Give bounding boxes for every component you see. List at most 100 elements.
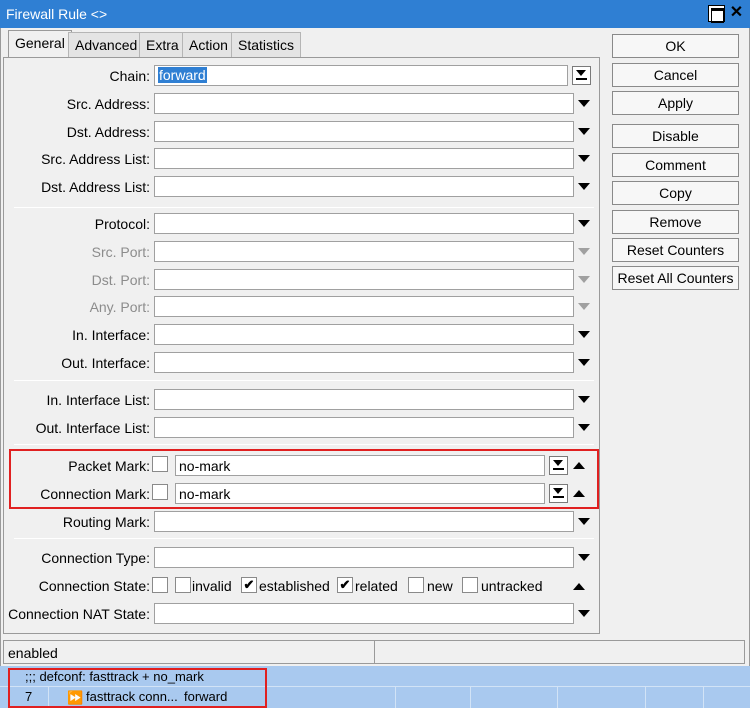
reset-counters-button[interactable]: Reset Counters [612,238,739,262]
tab-action[interactable]: Action [182,32,235,57]
reset-all-counters-button[interactable]: Reset All Counters [612,266,739,290]
packet-mark-label: Packet Mark: [68,458,150,474]
routing-mark-dropdown-icon[interactable] [578,518,590,525]
state-invalid-checkbox[interactable] [175,577,191,593]
connection-mark-remove-icon[interactable] [573,490,585,497]
separator [14,444,594,445]
rule-highlight-box [8,668,267,708]
src-address-list-label: Src. Address List: [41,151,150,167]
src-address-field[interactable] [154,93,574,114]
packet-mark-dropdown-button[interactable] [549,456,568,475]
state-established-checkbox[interactable]: ✔ [241,577,257,593]
separator [14,380,594,381]
packet-mark-remove-icon[interactable] [573,462,585,469]
disable-button[interactable]: Disable [612,124,739,148]
connection-nat-state-dropdown-icon[interactable] [578,610,590,617]
column-divider [395,687,396,708]
state-new-checkbox[interactable] [408,577,424,593]
connection-mark-dropdown-button[interactable] [549,484,568,503]
state-related-checkbox[interactable]: ✔ [337,577,353,593]
dst-port-field[interactable] [154,269,574,290]
status-bar: enabled [3,640,745,664]
any-port-label: Any. Port: [89,299,150,315]
column-divider [645,687,646,708]
any-port-field[interactable] [154,296,574,317]
window-title: Firewall Rule <> [6,6,108,22]
state-invalid-label: invalid [192,578,232,594]
protocol-dropdown-icon[interactable] [578,220,590,227]
state-untracked-label: untracked [481,578,543,594]
tab-extra[interactable]: Extra [139,32,186,57]
connection-mark-value: no-mark [179,486,231,502]
dst-address-field[interactable] [154,121,574,142]
dst-address-list-label: Dst. Address List: [41,179,150,195]
in-interface-dropdown-icon[interactable] [578,331,590,338]
cancel-button[interactable]: Cancel [612,63,739,87]
separator [14,538,594,539]
remove-button[interactable]: Remove [612,210,739,234]
out-interface-list-field[interactable] [154,417,574,438]
src-port-field[interactable] [154,241,574,262]
window-titlebar: Firewall Rule <> ✕ [0,0,750,28]
dst-port-dropdown-icon[interactable] [578,276,590,283]
status-state: enabled [8,645,58,661]
state-related-label: related [355,578,398,594]
column-divider [557,687,558,708]
dst-address-dropdown-icon[interactable] [578,128,590,135]
dst-address-list-dropdown-icon[interactable] [578,183,590,190]
src-address-list-field[interactable] [154,148,574,169]
packet-mark-negate-checkbox[interactable] [152,456,168,472]
chain-field[interactable]: forward [154,65,568,86]
tab-advanced[interactable]: Advanced [68,32,145,57]
packet-mark-value: no-mark [179,458,231,474]
connection-nat-state-label: Connection NAT State: [8,606,150,622]
src-address-list-dropdown-icon[interactable] [578,155,590,162]
protocol-label: Protocol: [94,216,150,232]
out-interface-list-dropdown-icon[interactable] [578,424,590,431]
tab-general[interactable]: General [8,30,72,57]
connection-state-remove-icon[interactable] [573,583,585,590]
chain-dropdown-button[interactable] [572,66,591,85]
routing-mark-field[interactable] [154,511,574,532]
column-divider [703,687,704,708]
connection-state-negate-checkbox[interactable] [152,577,168,593]
state-untracked-checkbox[interactable] [462,577,478,593]
dst-port-label: Dst. Port: [91,272,150,288]
any-port-dropdown-icon[interactable] [578,303,590,310]
in-interface-label: In. Interface: [72,327,150,343]
connection-type-field[interactable] [154,547,574,568]
in-interface-field[interactable] [154,324,574,345]
connection-mark-negate-checkbox[interactable] [152,484,168,500]
chain-label: Chain: [109,68,150,84]
src-address-dropdown-icon[interactable] [578,100,590,107]
connection-state-label: Connection State: [38,578,150,594]
src-port-dropdown-icon[interactable] [578,248,590,255]
in-interface-list-field[interactable] [154,389,574,410]
status-divider [374,641,375,663]
in-interface-list-dropdown-icon[interactable] [578,396,590,403]
connection-mark-field[interactable]: no-mark [175,483,545,504]
connection-type-dropdown-icon[interactable] [578,554,590,561]
chain-value: forward [158,67,207,83]
dst-address-list-field[interactable] [154,176,574,197]
close-icon[interactable]: ✕ [728,5,745,22]
column-divider [470,687,471,708]
dst-address-label: Dst. Address: [66,124,150,140]
out-interface-dropdown-icon[interactable] [578,359,590,366]
separator [14,207,594,208]
maximize-icon[interactable] [708,5,725,23]
in-interface-list-label: In. Interface List: [46,392,151,408]
apply-button[interactable]: Apply [612,91,739,115]
src-port-label: Src. Port: [91,244,150,260]
tab-statistics[interactable]: Statistics [231,32,302,57]
comment-button[interactable]: Comment [612,153,739,177]
src-address-label: Src. Address: [66,96,150,112]
routing-mark-label: Routing Mark: [62,514,150,530]
out-interface-field[interactable] [154,352,574,373]
connection-nat-state-field[interactable] [154,603,574,624]
packet-mark-field[interactable]: no-mark [175,455,545,476]
state-new-label: new [427,578,453,594]
copy-button[interactable]: Copy [612,181,739,205]
ok-button[interactable]: OK [612,34,739,58]
protocol-field[interactable] [154,213,574,234]
